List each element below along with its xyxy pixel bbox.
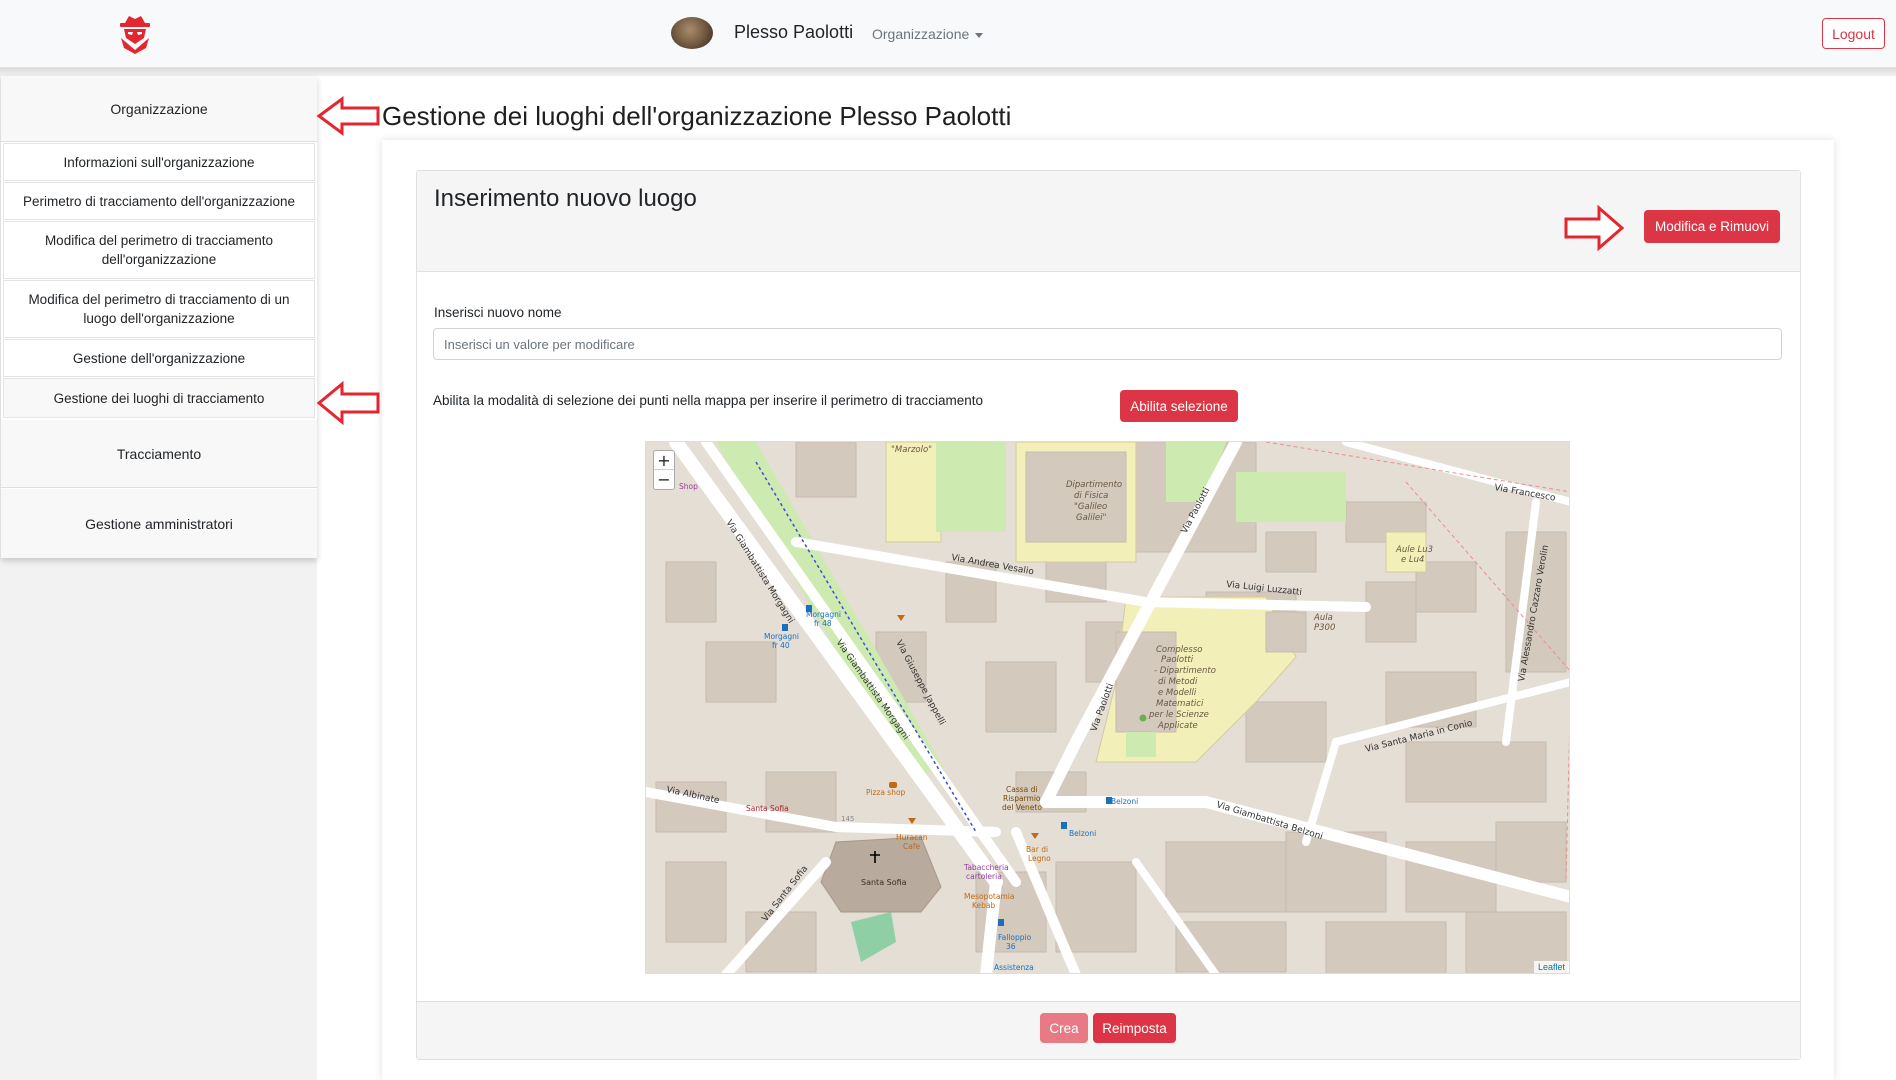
map-tiles: Via Andrea Vesalio Via Luigi Luzzatti Vi… (646, 442, 1569, 973)
name-field-label: Inserisci nuovo nome (434, 305, 562, 320)
edit-remove-button[interactable]: Modifica e Rimuovi (1644, 210, 1780, 243)
map-zoom-control: + − (653, 450, 675, 490)
map-label-tabaccheria-l1: Tabaccheria (963, 863, 1009, 872)
map-label-dipartimento-fisica-l4: Galilei" (1076, 513, 1106, 523)
map[interactable]: Via Andrea Vesalio Via Luigi Luzzatti Vi… (645, 441, 1570, 974)
map-label-complesso-l4: di Metodi (1158, 677, 1198, 687)
map-label-huracan-l2: Cafe (903, 842, 920, 851)
logout-button[interactable]: Logout (1822, 18, 1885, 49)
map-label-belzoni-2: Belzoni (1069, 829, 1096, 838)
map-label-huracan-l1: Huracan (896, 833, 928, 842)
reset-button[interactable]: Reimposta (1093, 1013, 1176, 1043)
create-button[interactable]: Crea (1040, 1013, 1088, 1043)
map-label-complesso-l2: Paolotti (1161, 655, 1194, 665)
map-label-complesso-l5: e Modelli (1158, 688, 1197, 698)
left-arrow-annotation-icon (316, 96, 380, 136)
map-label-aule-l1: Aule Lu3 (1395, 545, 1433, 555)
map-label-bar-legno-l1: Bar di (1026, 845, 1048, 854)
enable-selection-button[interactable]: Abilita selezione (1120, 390, 1238, 422)
map-label-dipartimento-fisica-l2: di Fisica (1074, 491, 1108, 501)
sidebar-item-modifica-perimetro-luogo[interactable]: Modifica del perimetro di tracciamento d… (3, 280, 315, 338)
name-input[interactable] (433, 328, 1782, 360)
caret-down-icon (975, 32, 984, 38)
map-label-dipartimento-fisica-l1: Dipartimento (1066, 480, 1122, 490)
map-label-morgagni-fr40-l1: Morgagni (764, 632, 799, 641)
map-label-mesopotamia-l1: Mesopotamia (964, 892, 1014, 901)
map-label-belzoni-1: Belzoni (1111, 797, 1138, 806)
zoom-in-button[interactable]: + (654, 451, 674, 470)
map-label-morgagni-fr48-l2: fr 48 (814, 619, 832, 628)
map-label-aula-p300-l1: Aula (1313, 613, 1333, 623)
left-arrow-annotation-icon (316, 381, 380, 425)
map-label-falloppio-l1: Falloppio (998, 933, 1032, 942)
zoom-out-button[interactable]: − (654, 470, 674, 489)
map-label-santa-sofia-top: Santa Sofia (746, 804, 789, 813)
app-logo-icon[interactable] (116, 14, 154, 54)
map-label-dipartimento-fisica-l3: "Galileo (1074, 502, 1107, 512)
map-label-complesso-l7: per le Scienze (1148, 710, 1209, 720)
organization-dropdown[interactable]: Organizzazione (872, 26, 984, 42)
map-label-falloppio-l2: 36 (1006, 942, 1016, 951)
map-label-marzolo: "Marzolo" (891, 445, 932, 455)
map-label-complesso-l3: - Dipartimento (1154, 666, 1216, 676)
page-title: Gestione dei luoghi dell'organizzazione … (382, 101, 1012, 131)
map-label-cassa-l2: Risparmio (1003, 794, 1041, 803)
map-label-145: 145 (841, 815, 854, 823)
navbar-shadow (0, 68, 1896, 76)
organization-name: Plesso Paolotti (734, 22, 854, 42)
map-label-pizza-shop: Pizza shop (866, 788, 906, 797)
sidebar-section-amministratori[interactable]: Gestione amministratori (1, 489, 317, 558)
selection-mode-text: Abilita la modalità di selezione dei pun… (433, 393, 984, 408)
map-label-santa-sofia: Santa Sofia (861, 878, 907, 887)
right-arrow-annotation-icon (1564, 205, 1625, 251)
sidebar-menu: Organizzazione Informazioni sull'organiz… (1, 76, 317, 558)
sidebar: Organizzazione Informazioni sull'organiz… (0, 76, 317, 1080)
map-attribution-link[interactable]: Leaflet (1533, 961, 1569, 973)
map-label-aule-l2: e Lu4 (1401, 555, 1424, 565)
map-label-morgagni-fr40-l2: fr 40 (772, 641, 790, 650)
card-header: Inserimento nuovo luogo Modifica e Rimuo… (417, 171, 1800, 272)
organization-dropdown-label: Organizzazione (872, 26, 970, 42)
map-label-mesopotamia-l2: Kebab (972, 901, 996, 910)
map-label-cassa-l1: Cassa di (1006, 785, 1037, 794)
sidebar-section-organizzazione[interactable]: Organizzazione (1, 76, 317, 142)
top-navbar: Plesso Paolotti Organizzazione Logout (0, 0, 1896, 68)
card-title: Inserimento nuovo luogo (434, 185, 697, 212)
sidebar-item-informazioni[interactable]: Informazioni sull'organizzazione (3, 143, 315, 181)
map-label-bar-legno-l2: Legno (1028, 854, 1051, 863)
map-label-aula-p300-l2: P300 (1314, 623, 1335, 633)
map-label-tabaccheria-l2: cartoleria (966, 872, 1002, 881)
sidebar-item-modifica-perimetro[interactable]: Modifica del perimetro di tracciamento d… (3, 221, 315, 279)
sidebar-item-perimetro[interactable]: Perimetro di tracciamento dell'organizza… (3, 182, 315, 220)
map-label-assistenza: Assistenza (994, 963, 1034, 972)
map-label-cassa-l3: del Veneto (1002, 803, 1042, 812)
sidebar-item-gestione-luoghi[interactable]: Gestione dei luoghi di tracciamento (3, 378, 315, 418)
organization-avatar (671, 17, 713, 49)
map-label-complesso-l1: Complesso (1156, 645, 1202, 655)
map-label-complesso-l6: Matematici (1156, 699, 1204, 709)
map-label-shop: Shop (679, 482, 698, 491)
map-label-complesso-l8: Applicate (1157, 721, 1198, 731)
sidebar-section-tracciamento[interactable]: Tracciamento (1, 420, 317, 488)
sidebar-item-gestione-organizzazione[interactable]: Gestione dell'organizzazione (3, 339, 315, 377)
